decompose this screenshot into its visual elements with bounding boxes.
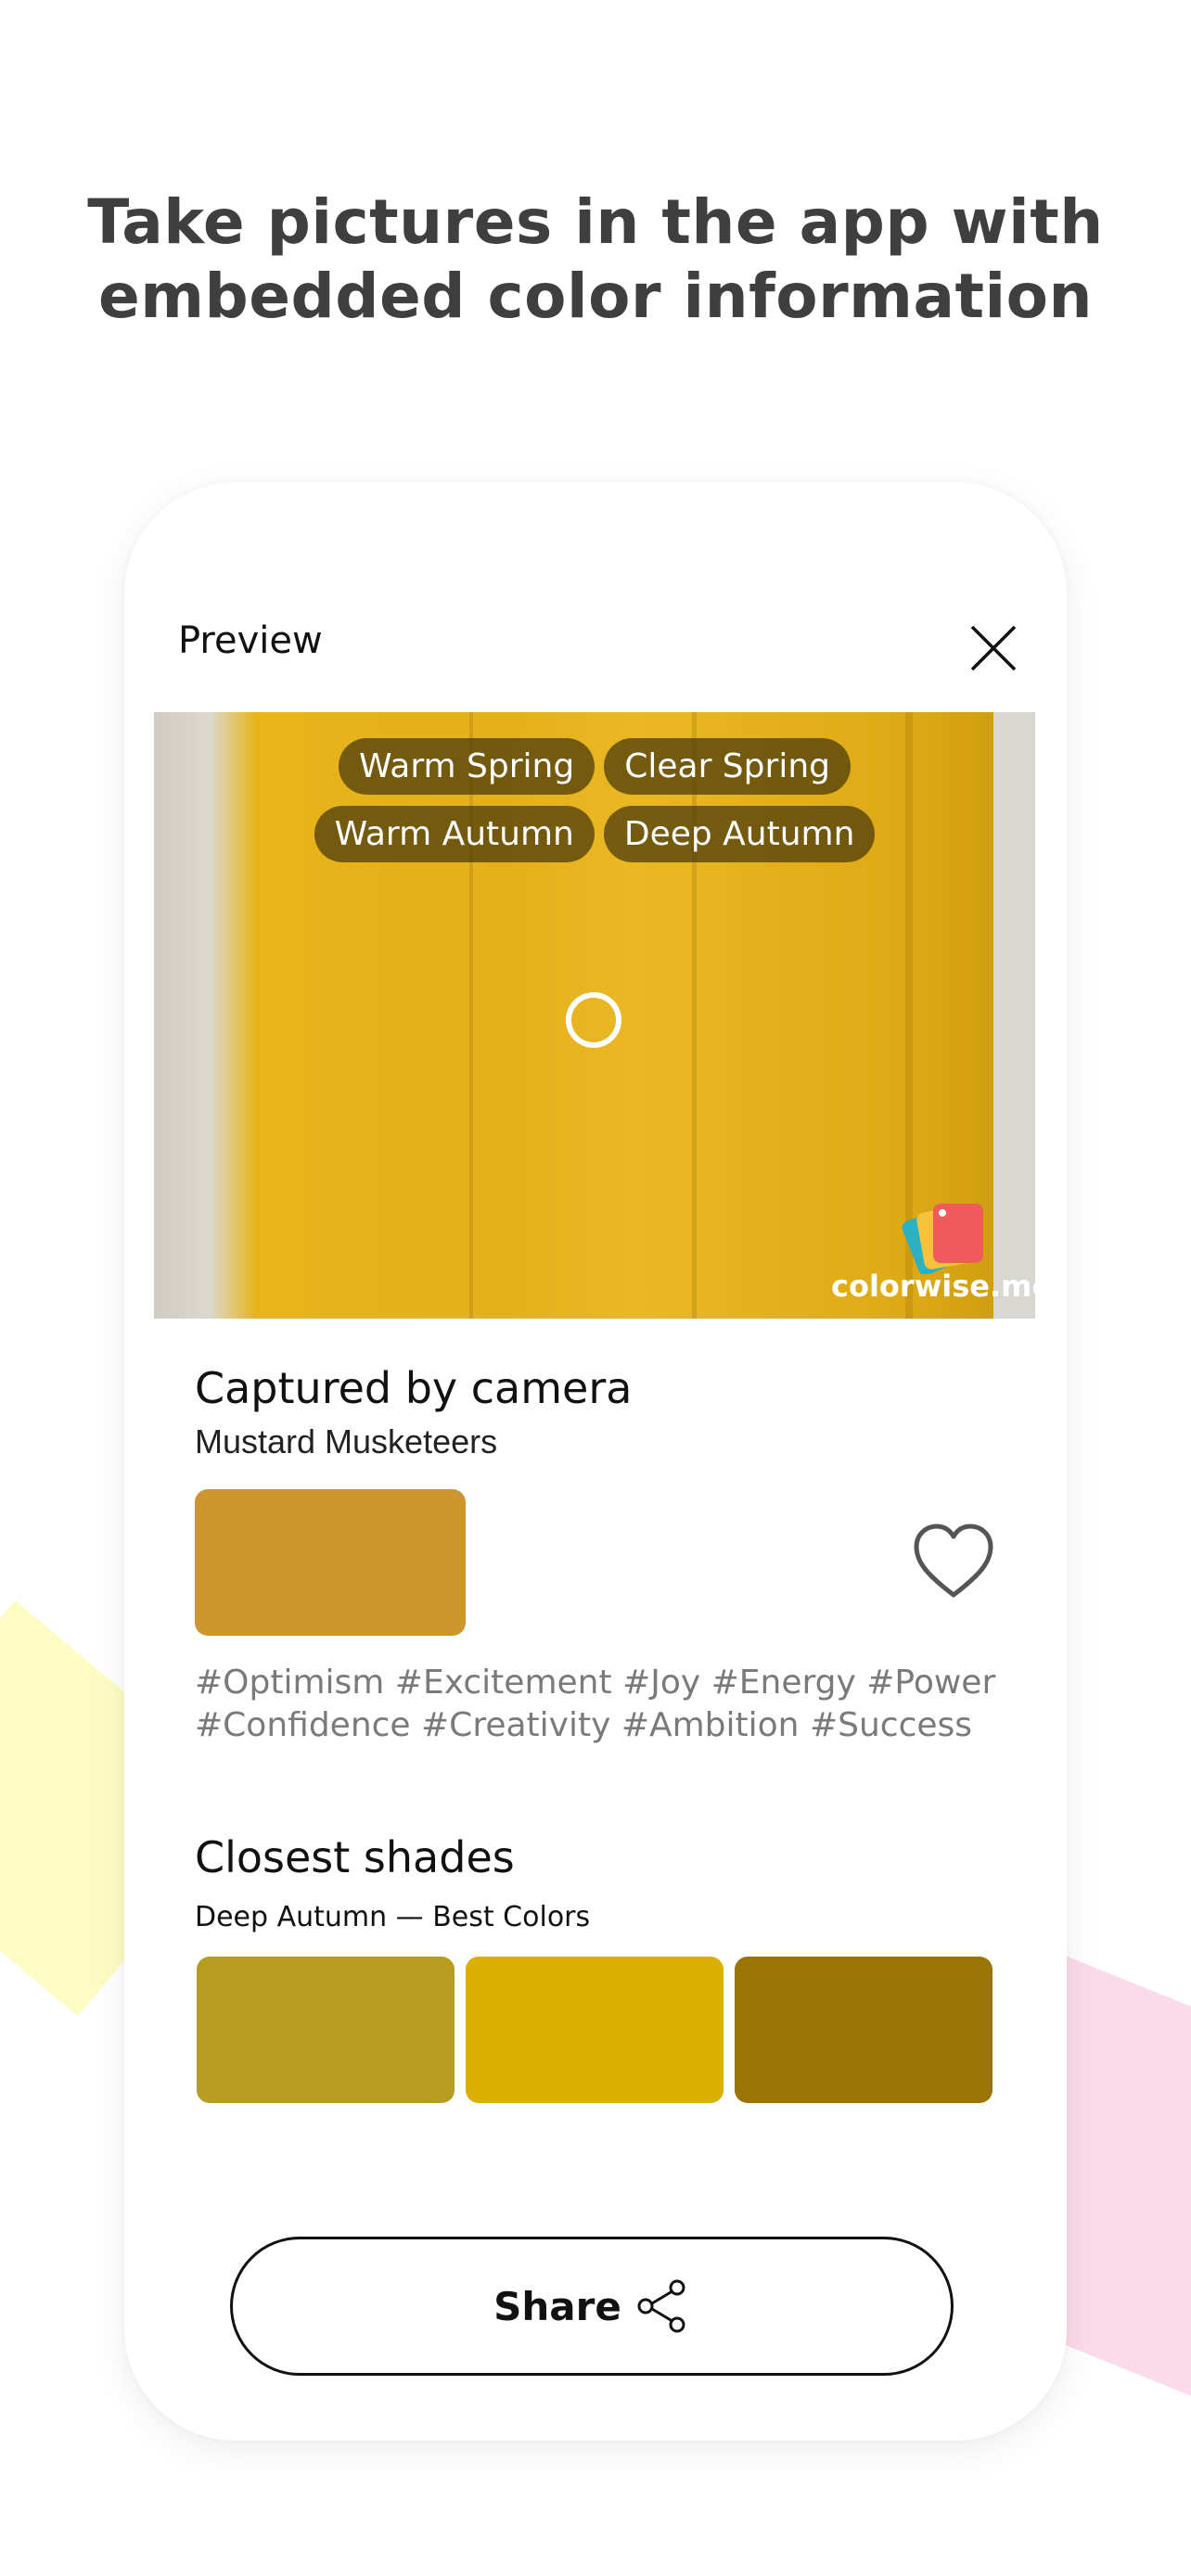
hashtags: #Optimism #Excitement #Joy #Energy #Powe…: [195, 1664, 996, 1744]
tag-clear-spring[interactable]: Clear Spring: [604, 738, 851, 795]
color-picker-ring[interactable]: [566, 992, 621, 1048]
watermark: colorwise.me: [831, 1269, 1035, 1304]
headline-line-1: Take pictures in the app with: [87, 186, 1104, 258]
shade-swatch-1[interactable]: [197, 1957, 455, 2103]
share-icon: [637, 2279, 685, 2333]
season-tags: Warm Spring Clear Spring Warm Autumn Dee…: [154, 738, 1035, 874]
heart-icon: [914, 1524, 993, 1598]
share-label: Share: [493, 2283, 621, 2329]
captured-color-swatch[interactable]: [195, 1489, 466, 1636]
tag-warm-spring[interactable]: Warm Spring: [339, 738, 596, 795]
close-icon: [970, 625, 1017, 671]
phone-frame: Preview Warm Spring Clear Spring Warm Au…: [124, 482, 1067, 2441]
preview-title: Preview: [178, 619, 323, 662]
headline: Take pictures in the app with embedded c…: [0, 185, 1191, 334]
closest-shades-title: Closest shades: [195, 1832, 515, 1882]
captured-photo[interactable]: Warm Spring Clear Spring Warm Autumn Dee…: [154, 712, 1035, 1319]
favorite-button[interactable]: [911, 1523, 996, 1605]
shade-swatch-3[interactable]: [735, 1957, 992, 2103]
captured-title: Captured by camera: [195, 1363, 633, 1413]
close-button[interactable]: [967, 621, 1020, 675]
headline-line-2: embedded color information: [98, 261, 1093, 332]
colorwise-logo-icon: [902, 1204, 983, 1274]
tag-deep-autumn[interactable]: Deep Autumn: [603, 806, 876, 862]
shade-swatch-2[interactable]: [466, 1957, 724, 2103]
tag-warm-autumn[interactable]: Warm Autumn: [314, 806, 595, 862]
color-name: Mustard Musketeers: [195, 1422, 498, 1460]
closest-shades-subtitle: Deep Autumn — Best Colors: [195, 1901, 591, 1933]
share-button[interactable]: Share: [230, 2237, 954, 2376]
